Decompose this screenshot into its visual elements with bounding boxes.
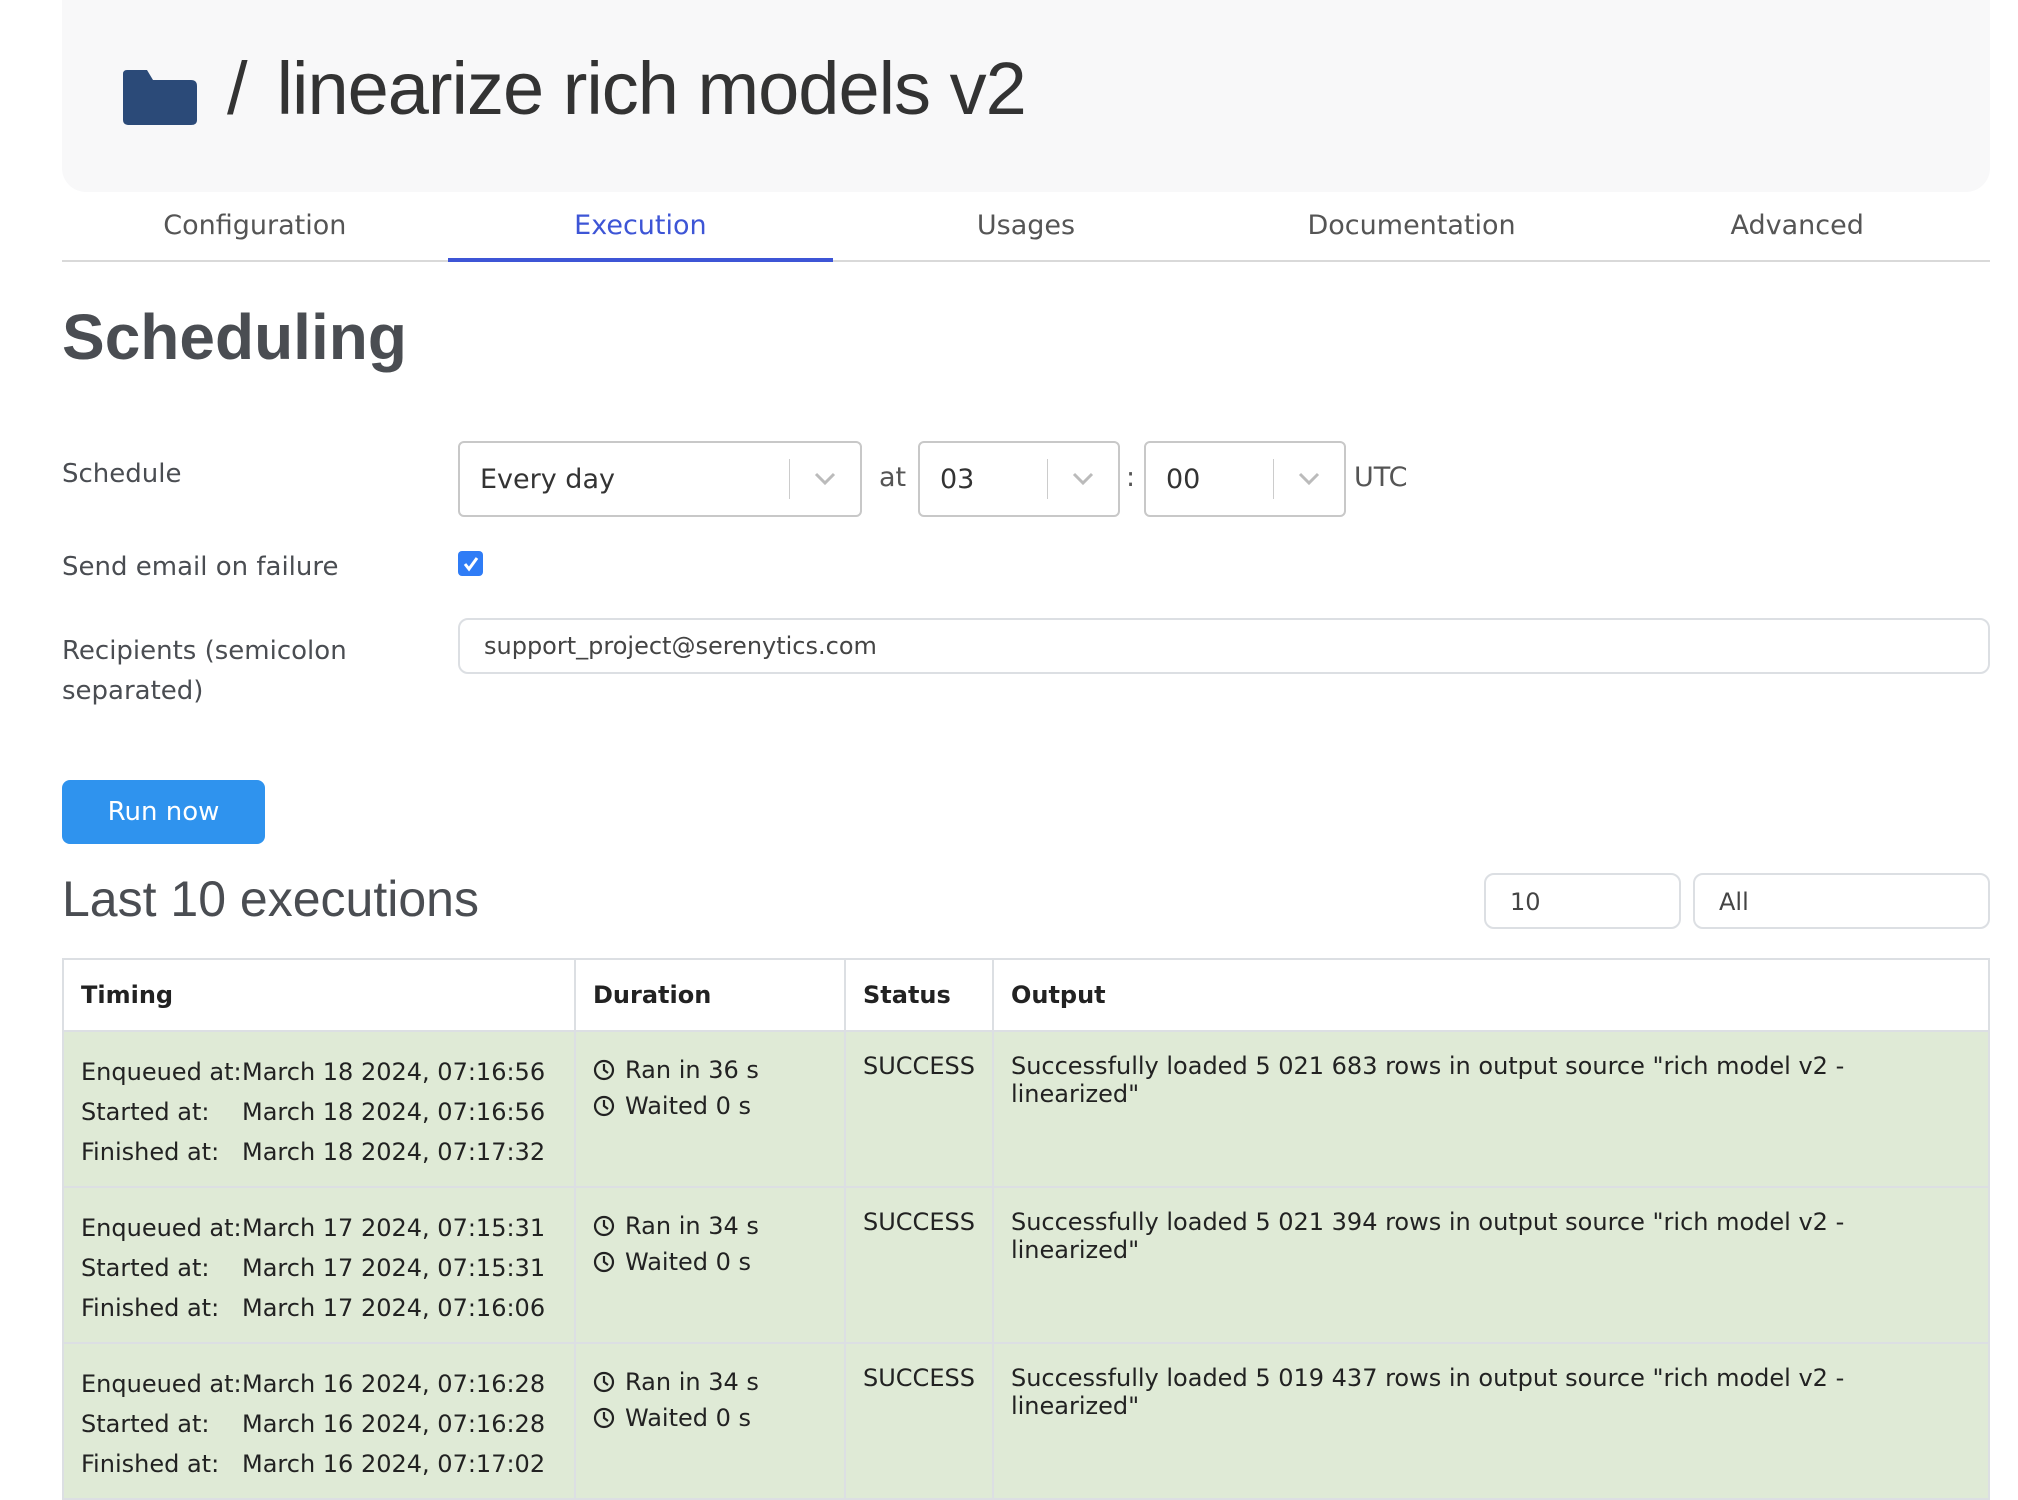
time-colon: :: [1126, 462, 1136, 493]
checkmark-icon: [463, 556, 478, 571]
duration-cell: Ran in 36 s Waited 0 s: [574, 1030, 846, 1188]
timezone-label: UTC: [1354, 462, 1408, 493]
status-cell: SUCCESS: [844, 1342, 994, 1500]
recipients-input[interactable]: support_project@serenytics.com: [458, 618, 1990, 674]
chevron-down-icon[interactable]: [1274, 472, 1344, 486]
page-title-text: linearize rich models v2: [276, 47, 1027, 130]
clock-icon: [593, 1215, 615, 1237]
enqueued-value: March 18 2024, 07:16:56: [242, 1058, 546, 1086]
tab-usages[interactable]: Usages: [833, 190, 1219, 260]
tab-configuration[interactable]: Configuration: [62, 190, 448, 260]
run-now-button[interactable]: Run now: [62, 780, 265, 844]
enqueued-value: March 16 2024, 07:16:28: [242, 1370, 546, 1398]
page-title: / linearize rich models v2: [227, 46, 1027, 131]
table-row: Enqueued at: March 17 2024, 07:15:31 Star…: [62, 1186, 1991, 1344]
timing-cell: Enqueued at: March 16 2024, 07:16:28 Star…: [62, 1342, 576, 1500]
column-header-output: Output: [991, 958, 1991, 1032]
scheduling-heading: Scheduling: [62, 301, 407, 373]
waited-duration: Waited 0 s: [625, 1404, 752, 1432]
tab-execution[interactable]: Execution: [447, 190, 834, 262]
timing-cell: Enqueued at: March 17 2024, 07:15:31 Star…: [62, 1186, 576, 1344]
status-cell: SUCCESS: [844, 1186, 994, 1344]
column-header-duration: Duration: [574, 958, 846, 1032]
clock-icon: [593, 1407, 615, 1429]
column-header-status: Status: [844, 958, 994, 1032]
chevron-down-icon[interactable]: [790, 472, 860, 486]
breadcrumb-separator: /: [227, 47, 248, 130]
ran-duration: Ran in 34 s: [625, 1212, 759, 1240]
table-row: Enqueued at: March 18 2024, 07:16:56 Star…: [62, 1030, 1991, 1188]
enqueued-label: Enqueued at:: [81, 1058, 242, 1086]
folder-icon: [123, 70, 197, 125]
enqueued-value: March 17 2024, 07:15:31: [242, 1214, 546, 1242]
minute-select[interactable]: 00: [1144, 441, 1346, 517]
started-value: March 18 2024, 07:16:56: [242, 1098, 546, 1126]
waited-duration: Waited 0 s: [625, 1092, 752, 1120]
minute-value: 00: [1166, 463, 1201, 495]
finished-value: March 17 2024, 07:16:06: [242, 1294, 546, 1322]
executions-table: Timing Duration Status Output Enqueued a…: [62, 958, 1991, 1500]
table-header-row: Timing Duration Status Output: [62, 958, 1991, 1032]
finished-label: Finished at:: [81, 1450, 220, 1478]
started-label: Started at:: [81, 1098, 210, 1126]
tab-advanced[interactable]: Advanced: [1604, 190, 1990, 260]
at-label: at: [879, 462, 907, 493]
started-label: Started at:: [81, 1254, 210, 1282]
header-banner: / linearize rich models v2: [62, 0, 1990, 192]
duration-cell: Ran in 34 s Waited 0 s: [574, 1342, 846, 1500]
clock-icon: [593, 1371, 615, 1393]
enqueued-label: Enqueued at:: [81, 1214, 242, 1242]
column-header-timing: Timing: [62, 958, 576, 1032]
recipients-label-line2: separated): [62, 676, 204, 706]
output-cell: Successfully loaded 5 021 683 rows in ou…: [991, 1030, 1991, 1188]
finished-label: Finished at:: [81, 1294, 220, 1322]
finished-value: March 18 2024, 07:17:32: [242, 1138, 546, 1166]
clock-icon: [593, 1095, 615, 1117]
table-row: Enqueued at: March 16 2024, 07:16:28 Star…: [62, 1342, 1991, 1500]
timing-cell: Enqueued at: March 18 2024, 07:16:56 Star…: [62, 1030, 576, 1188]
executions-heading: Last 10 executions: [62, 871, 479, 927]
duration-cell: Ran in 34 s Waited 0 s: [574, 1186, 846, 1344]
ran-duration: Ran in 34 s: [625, 1368, 759, 1396]
schedule-label: Schedule: [62, 459, 182, 489]
frequency-select[interactable]: Every day: [458, 441, 862, 517]
status-cell: SUCCESS: [844, 1030, 994, 1188]
enqueued-label: Enqueued at:: [81, 1370, 242, 1398]
started-value: March 16 2024, 07:16:28: [242, 1410, 546, 1438]
hour-value: 03: [940, 463, 975, 495]
started-label: Started at:: [81, 1410, 210, 1438]
clock-icon: [593, 1059, 615, 1081]
tab-documentation[interactable]: Documentation: [1219, 190, 1605, 260]
output-cell: Successfully loaded 5 019 437 rows in ou…: [991, 1342, 1991, 1500]
ran-duration: Ran in 36 s: [625, 1056, 759, 1084]
frequency-value: Every day: [480, 463, 615, 495]
waited-duration: Waited 0 s: [625, 1248, 752, 1276]
status-filter-input[interactable]: All: [1693, 873, 1990, 929]
execution-count-input[interactable]: 10: [1484, 873, 1681, 929]
output-cell: Successfully loaded 5 021 394 rows in ou…: [991, 1186, 1991, 1344]
clock-icon: [593, 1251, 615, 1273]
chevron-down-icon[interactable]: [1048, 472, 1118, 486]
recipients-label-line1: Recipients (semicolon: [62, 636, 347, 666]
started-value: March 17 2024, 07:15:31: [242, 1254, 546, 1282]
finished-value: March 16 2024, 07:17:02: [242, 1450, 546, 1478]
recipients-label: Recipients (semicolon separated): [62, 631, 347, 711]
tab-bar: Configuration Execution Usages Documenta…: [62, 190, 1990, 262]
email-on-failure-checkbox[interactable]: [458, 551, 483, 576]
finished-label: Finished at:: [81, 1138, 220, 1166]
email-on-failure-label: Send email on failure: [62, 552, 339, 582]
hour-select[interactable]: 03: [918, 441, 1120, 517]
